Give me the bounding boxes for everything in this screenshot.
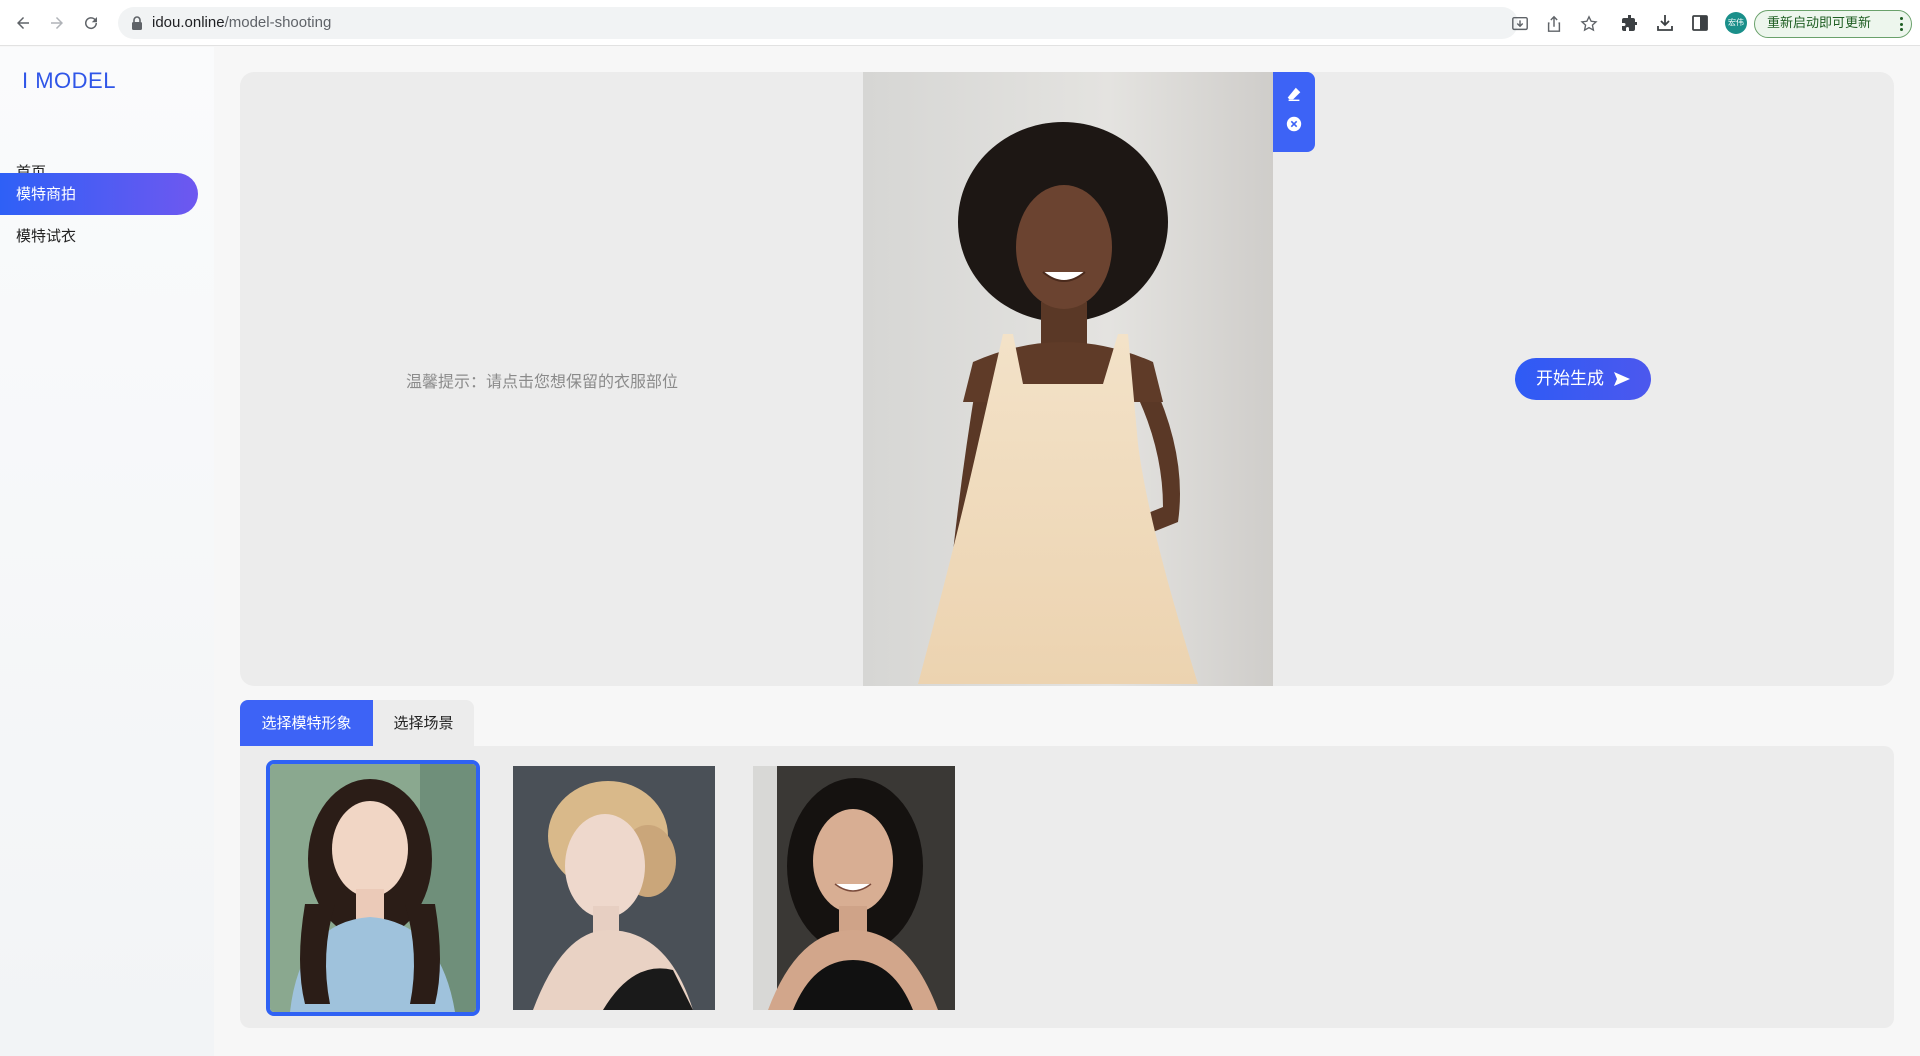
start-generate-button[interactable]: 开始生成	[1515, 358, 1651, 400]
download-icon[interactable]	[1655, 13, 1675, 33]
start-generate-label: 开始生成	[1536, 369, 1604, 389]
update-button-label: 重新启动即可更新	[1767, 16, 1872, 31]
more-menu-icon[interactable]	[1899, 17, 1903, 31]
tool-panel	[1273, 72, 1315, 152]
share-icon[interactable]	[1545, 15, 1563, 33]
app-logo: I MODEL	[22, 68, 116, 93]
lock-icon	[132, 16, 142, 30]
sidebar-item-model-shooting[interactable]: 模特商拍	[0, 173, 198, 215]
model-thumb-1[interactable]	[266, 760, 480, 1016]
sidebar: I MODEL 首页 模特商拍 模特试衣	[0, 47, 214, 1056]
browser-toolbar: idou.online/model-shooting 宏伟 重新启动即可更新	[0, 0, 1920, 46]
model-photo[interactable]	[863, 72, 1273, 686]
reload-icon[interactable]	[80, 12, 102, 34]
forward-icon[interactable]	[46, 12, 68, 34]
tab-choose-model[interactable]: 选择模特形象	[240, 700, 373, 746]
close-circle-icon[interactable]	[1284, 114, 1304, 134]
update-button[interactable]: 重新启动即可更新	[1754, 10, 1912, 38]
bookmark-star-icon[interactable]	[1580, 15, 1598, 33]
model-thumb-3[interactable]	[753, 766, 955, 1010]
url-text: idou.online/model-shooting	[152, 14, 332, 31]
address-bar[interactable]: idou.online/model-shooting	[118, 7, 1598, 39]
send-icon	[1614, 372, 1630, 386]
eraser-icon[interactable]	[1284, 84, 1304, 104]
extensions-icon[interactable]	[1620, 13, 1640, 33]
back-icon[interactable]	[12, 12, 34, 34]
model-gallery	[240, 746, 1894, 1028]
install-app-icon[interactable]	[1511, 15, 1529, 33]
side-panel-icon[interactable]	[1690, 13, 1710, 33]
tab-choose-scene[interactable]: 选择场景	[373, 700, 474, 746]
hint-text: 温馨提示：请点击您想保留的衣服部位	[406, 372, 679, 391]
workspace-panel: 温馨提示：请点击您想保留的衣服部位 开始生成	[240, 72, 1894, 686]
model-thumb-2[interactable]	[513, 766, 715, 1010]
profile-avatar[interactable]: 宏伟	[1725, 12, 1747, 34]
sidebar-item-model-tryon[interactable]: 模特试衣	[0, 215, 198, 257]
